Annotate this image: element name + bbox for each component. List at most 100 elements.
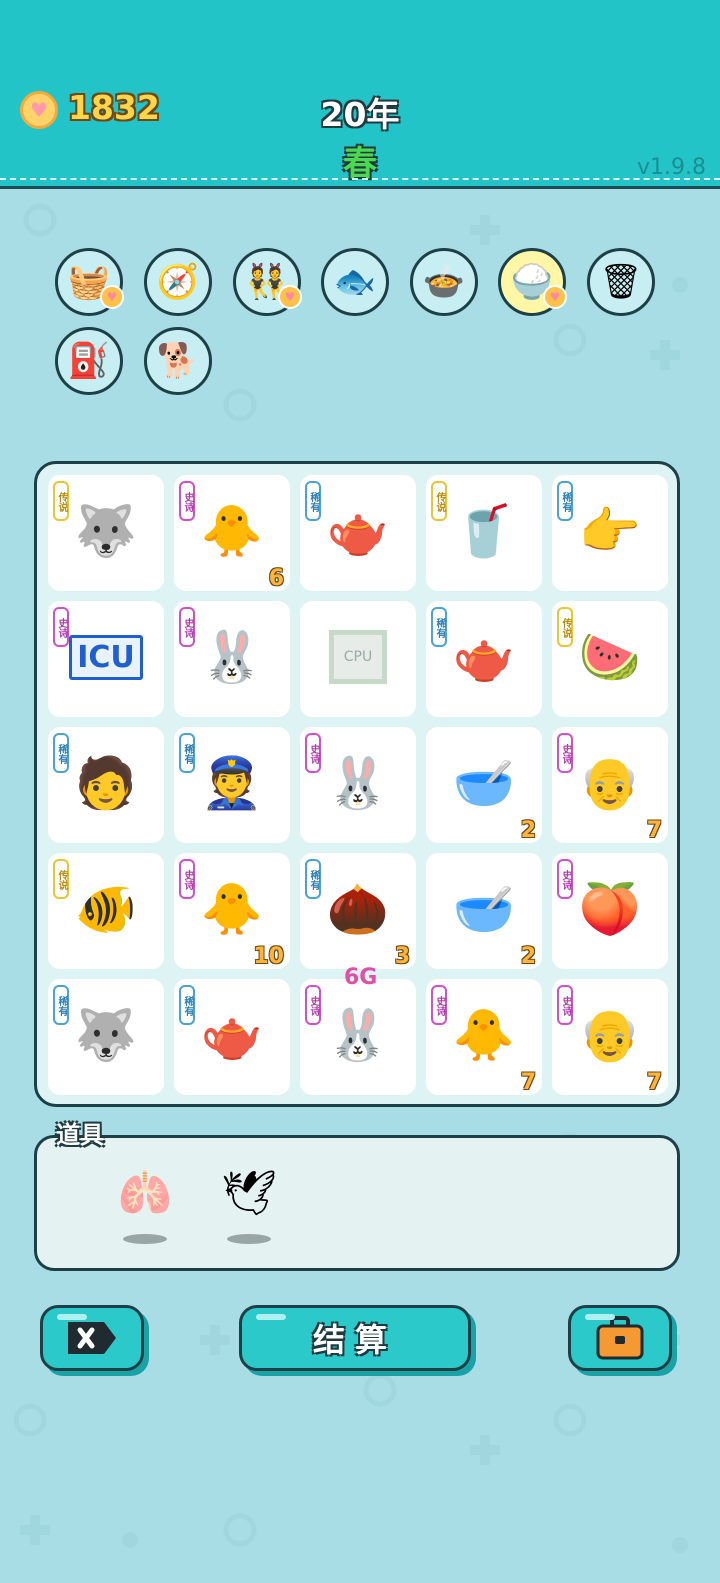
rarity-tag: 史诗: [557, 733, 573, 773]
heart-badge-icon: ♥: [278, 285, 302, 309]
slot-cell-police-boy[interactable]: 👮 稀有: [174, 727, 290, 843]
slot-board: 🐺 传说 🐥 史诗 6 🫖 稀有 🥤 传说 👉 稀有 ICU 史诗 🐰 史诗 CPU 🫖 稀有 🍉 传说 🧑 稀有 👮 稀有 🐰…: [34, 461, 680, 1107]
rarity-tag: 史诗: [431, 985, 447, 1025]
stack-count: 7: [646, 1070, 662, 1095]
rarity-tag: 稀有: [557, 481, 573, 521]
fish-tank-icon[interactable]: 🐟: [321, 248, 389, 316]
liver-icon: 🫁: [117, 1168, 173, 1219]
slot-cell-peach[interactable]: 🍑 史诗: [552, 853, 668, 969]
tool-slot[interactable]: 🕊: [211, 1158, 287, 1248]
delete-button[interactable]: [40, 1305, 144, 1371]
husky-king-icon: 🐺: [74, 501, 138, 560]
settle-button[interactable]: 结算: [239, 1305, 471, 1371]
slot-cell-koi-fish[interactable]: 🐠 传说: [48, 853, 164, 969]
ability-glyph: 🍲: [422, 262, 466, 302]
yellow-egg-icon: 🐥: [200, 879, 264, 938]
header-divider: [0, 178, 720, 183]
year-label: 20年: [320, 95, 400, 134]
stack-count: 3: [394, 944, 410, 969]
slot-cell-soup-bowl[interactable]: 🥣 2: [426, 727, 542, 843]
rarity-tag: 史诗: [557, 985, 573, 1025]
slot-cell-teapot[interactable]: 🫖 稀有: [300, 475, 416, 591]
watermelon-icon: 🍉: [578, 627, 642, 686]
ability-glyph: 🐕: [156, 341, 200, 381]
tool-shadow: [123, 1234, 167, 1244]
twin-dolls-icon[interactable]: 👯 ♥: [233, 248, 302, 316]
slot-cell-milk-tea-cup[interactable]: 🥤 传说: [426, 475, 542, 591]
rarity-tag: 稀有: [179, 733, 195, 773]
tools-panel: 🫁 🕊: [34, 1135, 680, 1271]
slot-cell-soup-bowl[interactable]: 🥣 2: [426, 853, 542, 969]
rarity-tag: 史诗: [305, 733, 321, 773]
soup-bowl-icon: 🥣: [452, 753, 516, 812]
slot-cell-teapot[interactable]: 🫖 稀有: [174, 979, 290, 1095]
rarity-tag: 稀有: [179, 985, 195, 1025]
slot-cell-husky-sitting[interactable]: 🐺 稀有: [48, 979, 164, 1095]
teapot-icon: 🫖: [452, 627, 516, 686]
icu-sign-icon: ICU: [69, 621, 143, 693]
tools-label: 道具: [56, 1121, 104, 1149]
slot-cell-cpu-chip[interactable]: CPU: [300, 601, 416, 717]
husky-sitting-icon: 🐺: [74, 1005, 138, 1064]
slot-cell-rabbit-tent-6g[interactable]: 🐰 史诗 6G: [300, 965, 416, 1095]
version-label: v1.9.8: [637, 155, 706, 180]
slot-cell-small-nut[interactable]: 🌰 稀有 3: [300, 853, 416, 969]
slot-cell-rabbit-tent[interactable]: 🐰 史诗: [174, 601, 290, 717]
yellow-egg-icon: 🐥: [452, 1005, 516, 1064]
stack-count: 2: [520, 818, 536, 843]
rarity-tag: 传说: [53, 859, 69, 899]
rarity-tag: 稀有: [53, 985, 69, 1025]
dog-sunglasses-icon[interactable]: 🐕: [144, 327, 212, 395]
stack-count: 10: [253, 944, 284, 969]
cell-top-label: 6G: [344, 965, 378, 990]
slot-cell-husky-king[interactable]: 🐺 传说: [48, 475, 164, 591]
rarity-tag: 传说: [53, 481, 69, 521]
rarity-tag: 史诗: [179, 859, 195, 899]
garbage-bag-recycle-icon[interactable]: 🗑: [587, 248, 655, 316]
rarity-tag: 史诗: [179, 481, 195, 521]
teapot-icon: 🫖: [200, 1005, 264, 1064]
rarity-tag: 传说: [557, 607, 573, 647]
slot-cell-rabbit-tent[interactable]: 🐰 史诗: [300, 727, 416, 843]
ability-glyph: 🗑: [599, 262, 643, 302]
stack-count: 6: [268, 566, 284, 591]
slot-cell-glasses-boy[interactable]: 🧑 稀有: [48, 727, 164, 843]
cpu-chip-icon: CPU: [322, 621, 394, 693]
inventory-button[interactable]: [568, 1305, 672, 1371]
teapot-icon: 🫖: [326, 501, 390, 560]
ability-glyph: 🧭: [156, 262, 200, 302]
slot-cell-watermelon[interactable]: 🍉 传说: [552, 601, 668, 717]
coin-count: 1832: [68, 88, 160, 127]
tool-slot[interactable]: 🫁: [107, 1158, 183, 1248]
slot-cell-yellow-egg-sparkle[interactable]: 🐥 史诗 6: [174, 475, 290, 591]
glasses-boy-icon: 🧑: [74, 753, 138, 812]
rabbit-tent-icon: 🐰: [326, 753, 390, 812]
top-bar: ♥ 1832 20年 春 v1.9.8: [0, 0, 720, 189]
fruit-basket-icon[interactable]: 🧺 ♥: [55, 248, 124, 316]
compass-icon[interactable]: 🧭: [144, 248, 212, 316]
rarity-tag: 史诗: [557, 859, 573, 899]
slot-cell-teapot[interactable]: 🫖 稀有: [426, 601, 542, 717]
slot-cell-green-hat-grandpa[interactable]: 👴 史诗 7: [552, 727, 668, 843]
stack-count: 2: [520, 944, 536, 969]
cooking-pot-duck-icon[interactable]: 🍲: [410, 248, 478, 316]
ability-glyph: 🐟: [333, 262, 377, 302]
slot-cell-pointing-hand[interactable]: 👉 稀有: [552, 475, 668, 591]
air-pump-icon[interactable]: ⛽: [55, 327, 123, 395]
green-hat-grandpa-icon: 👴: [578, 1005, 642, 1064]
pointing-hand-icon: 👉: [578, 501, 642, 560]
slot-cell-icu-sign[interactable]: ICU 史诗: [48, 601, 164, 717]
rarity-tag: 稀有: [305, 859, 321, 899]
police-boy-icon: 👮: [200, 753, 264, 812]
slot-cell-yellow-egg[interactable]: 🐥 史诗 7: [426, 979, 542, 1095]
rarity-tag: 史诗: [179, 607, 195, 647]
stack-count: 7: [520, 1070, 536, 1095]
slot-cell-green-hat-grandpa[interactable]: 👴 史诗 7: [552, 979, 668, 1095]
peach-icon: 🍑: [578, 879, 642, 938]
rice-bowl-icon[interactable]: 🍚 ♥: [498, 248, 567, 316]
delete-icon: [68, 1322, 116, 1354]
slot-cell-yellow-egg[interactable]: 🐥 史诗 10: [174, 853, 290, 969]
cell-text: CPU: [328, 630, 388, 684]
heart-badge-icon: ♥: [543, 285, 567, 309]
cell-text: ICU: [69, 634, 143, 680]
